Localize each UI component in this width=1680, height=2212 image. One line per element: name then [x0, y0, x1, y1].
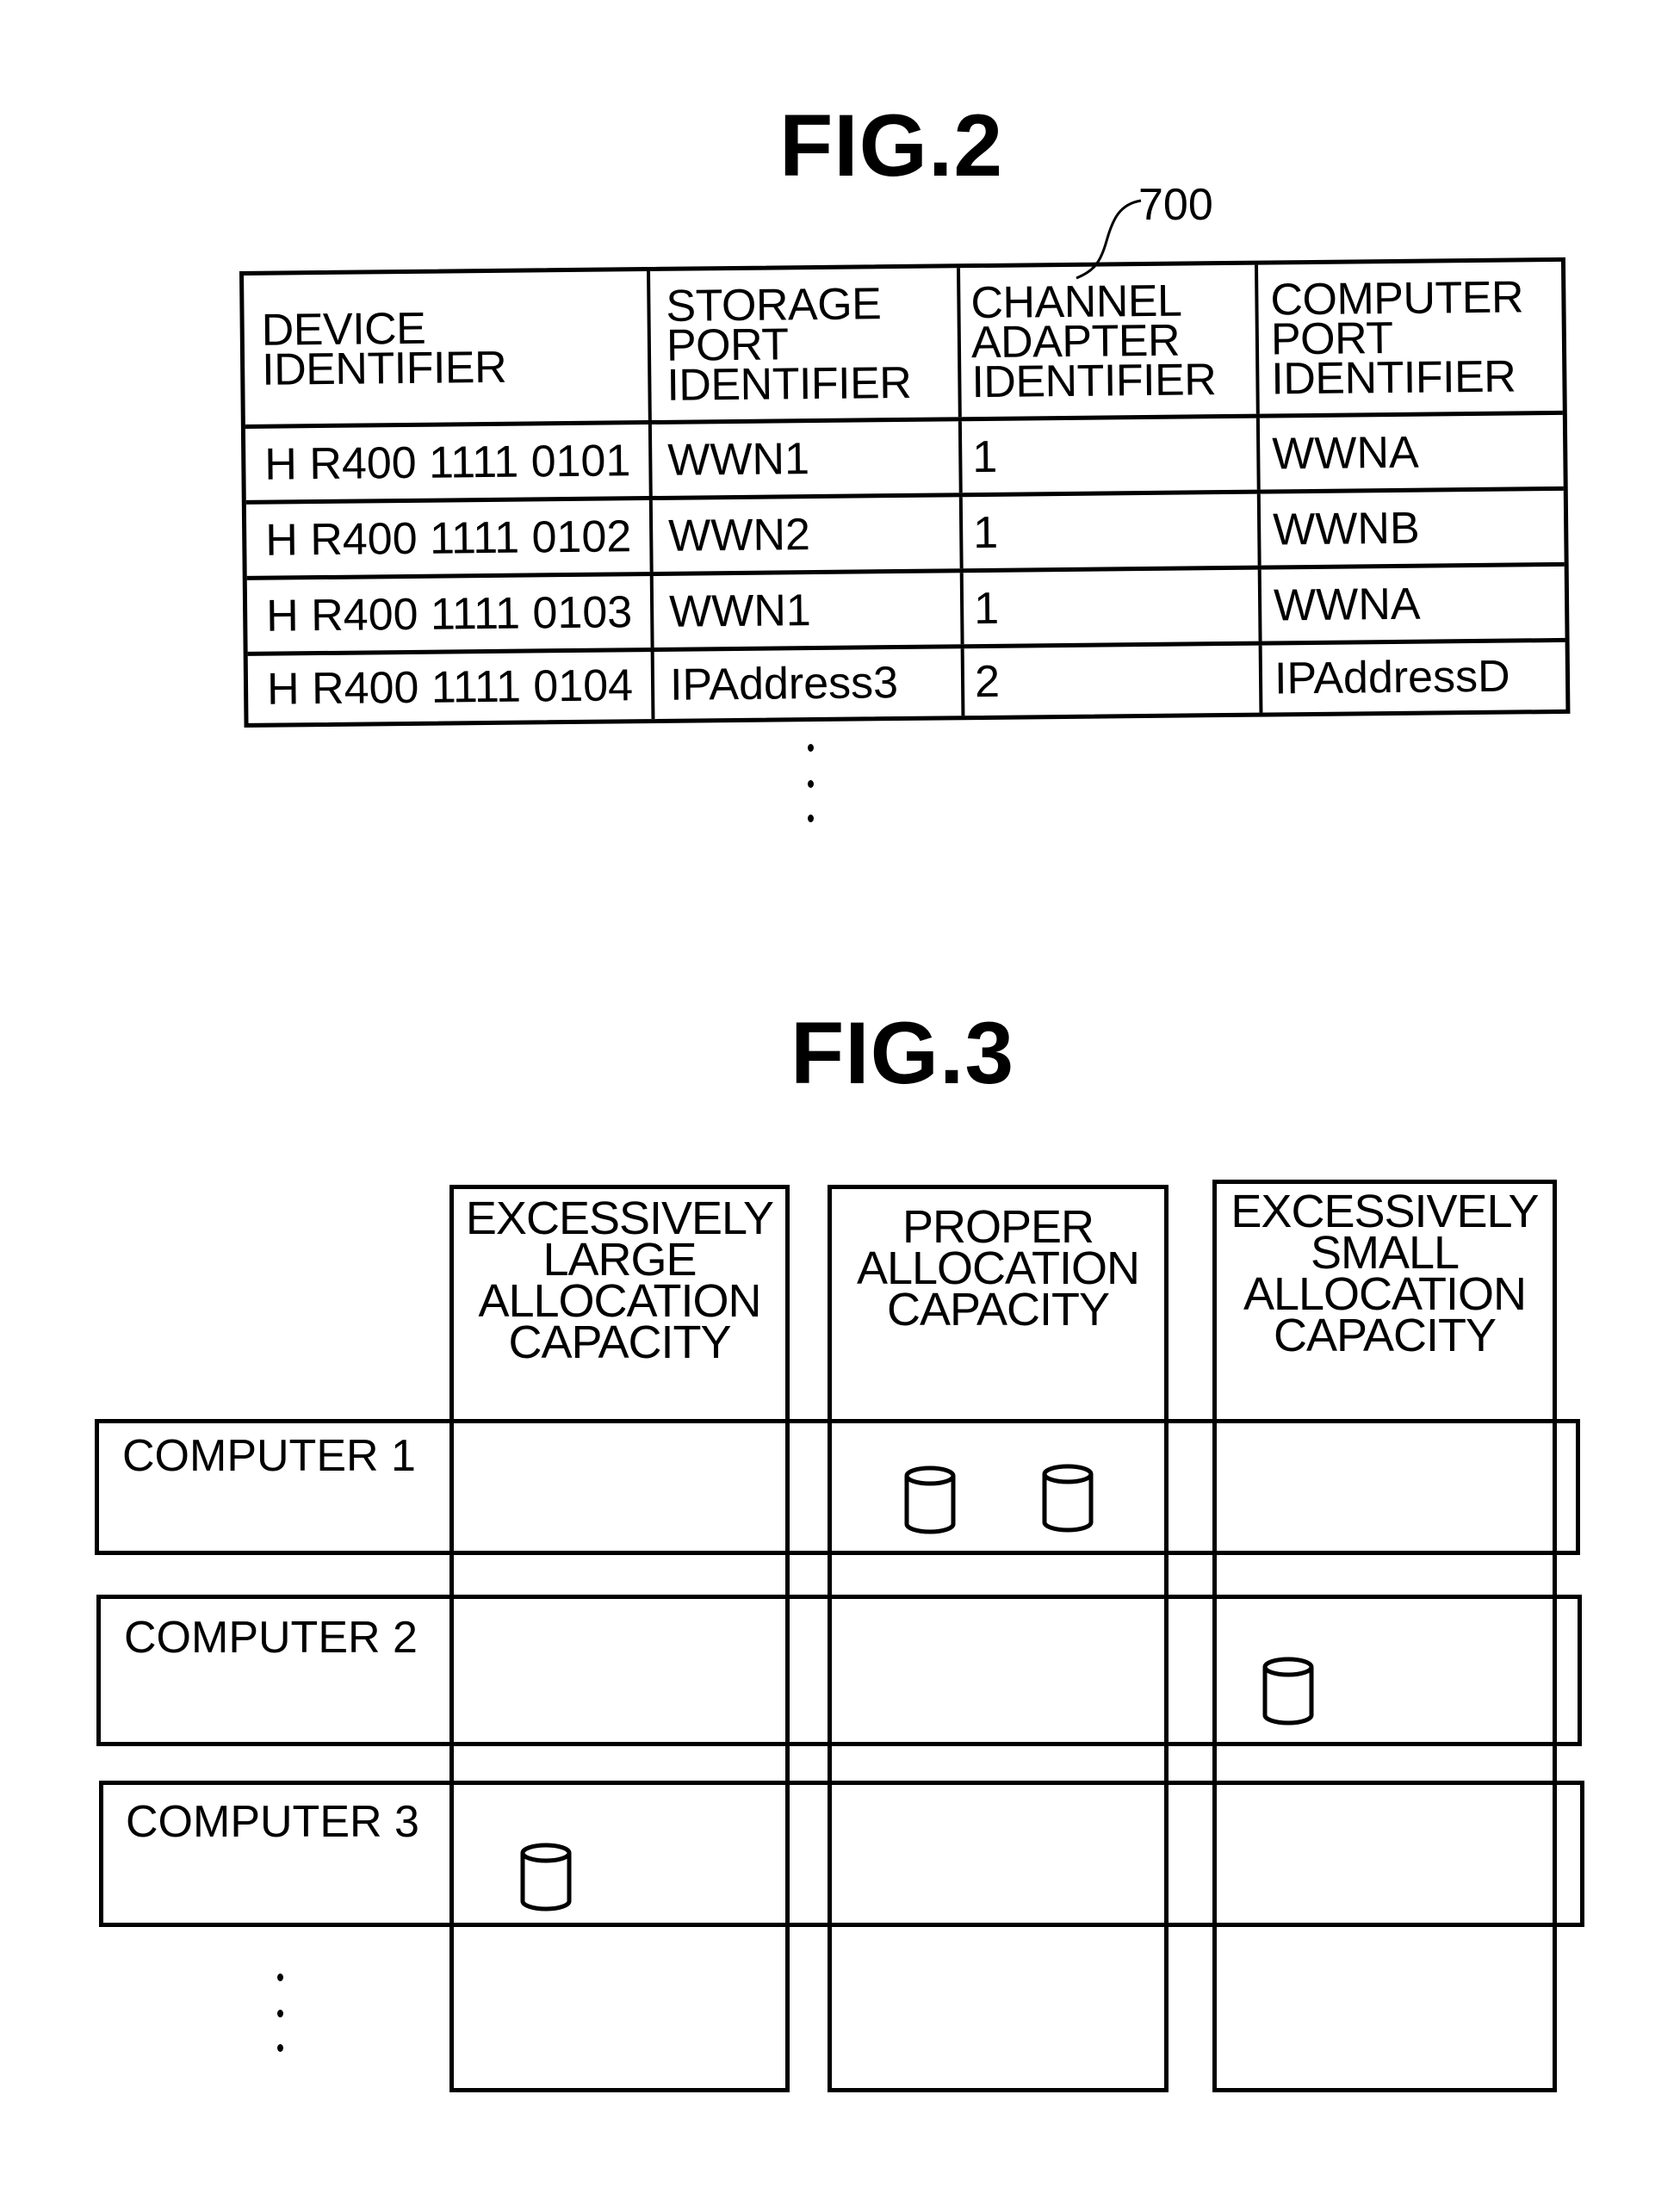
fig2-title: FIG.2	[779, 96, 1004, 195]
storage-port-cell: WWN1	[653, 573, 964, 647]
ellipsis-dot	[277, 2044, 283, 2052]
cylinder-disk-icon	[520, 1843, 572, 1911]
table-row: H R400 1111 0102 WWN2 1 WWNB	[245, 490, 1565, 580]
storage-port-cell: WWN1	[651, 421, 963, 496]
channel-adapter-cell: 1	[961, 418, 1261, 493]
header-device-identifier: DEVICE IDENTIFIER	[244, 271, 652, 424]
row-label: COMPUTER 2	[124, 1613, 418, 1663]
fig3-title: FIG.3	[790, 1004, 1015, 1102]
header-channel-adapter-identifier: CHANNEL ADAPTER IDENTIFIER	[960, 264, 1260, 418]
channel-adapter-cell: 1	[963, 569, 1262, 645]
table-row: H R400 1111 0101 WWN1 1 WWNA	[245, 414, 1564, 505]
computer-port-cell: WWNA	[1271, 427, 1419, 479]
column-header-label: EXCESSIVELY LARGE ALLOCATION CAPACITY	[465, 1193, 774, 1368]
table-row: H R400 1111 0103 WWN1 1 WWNA	[246, 566, 1565, 656]
column-header-label: PROPER ALLOCATION CAPACITY	[856, 1201, 1140, 1335]
header-label: CHANNEL ADAPTER IDENTIFIER	[970, 276, 1217, 407]
cylinder-disk-icon	[904, 1465, 956, 1534]
storage-port-cell: IPAddress3	[654, 648, 965, 719]
ellipsis-dot	[808, 780, 814, 788]
table-row: H R400 1111 0104 IPAddress3 2 IPAddressD	[247, 642, 1566, 723]
cylinder-disk-icon	[1042, 1464, 1094, 1533]
header-label: DEVICE IDENTIFIER	[261, 303, 507, 395]
channel-adapter-cell: 2	[964, 645, 1263, 716]
computer-port-cell: WWNB	[1272, 503, 1420, 555]
device-identifier-cell: H R400 1111 0101	[245, 424, 653, 500]
column-header-label: EXCESSIVELY SMALL ALLOCATION CAPACITY	[1231, 1186, 1539, 1361]
header-label: STORAGE PORT IDENTIFIER	[666, 278, 912, 411]
device-identifier-cell: H R400 1111 0102	[245, 499, 654, 576]
channel-adapter-cell: 1	[962, 493, 1262, 569]
computer-port-cell: IPAddressD	[1274, 651, 1510, 704]
header-computer-port-identifier: COMPUTER PORT IDENTIFIER	[1258, 262, 1563, 414]
device-identifier-cell: H R400 1111 0103	[246, 575, 654, 652]
ellipsis-dot	[808, 744, 814, 752]
ellipsis-dot	[277, 2010, 283, 2017]
ellipsis-dot	[808, 815, 814, 822]
header-storage-port-identifier: STORAGE PORT IDENTIFIER	[650, 268, 962, 420]
row-label: COMPUTER 3	[126, 1797, 419, 1847]
header-label: COMPUTER PORT IDENTIFIER	[1270, 271, 1524, 404]
storage-port-cell: WWN2	[652, 497, 964, 572]
computer-port-cell: WWNA	[1273, 579, 1421, 630]
cylinder-disk-icon	[1262, 1657, 1314, 1726]
table-header-row: DEVICE IDENTIFIER STORAGE PORT IDENTIFIE…	[244, 261, 1563, 429]
device-identifier-cell: H R400 1111 0104	[247, 651, 655, 723]
row-label: COMPUTER 1	[122, 1431, 416, 1481]
ellipsis-dot	[277, 1973, 283, 1981]
device-table: DEVICE IDENTIFIER STORAGE PORT IDENTIFIE…	[239, 257, 1571, 728]
